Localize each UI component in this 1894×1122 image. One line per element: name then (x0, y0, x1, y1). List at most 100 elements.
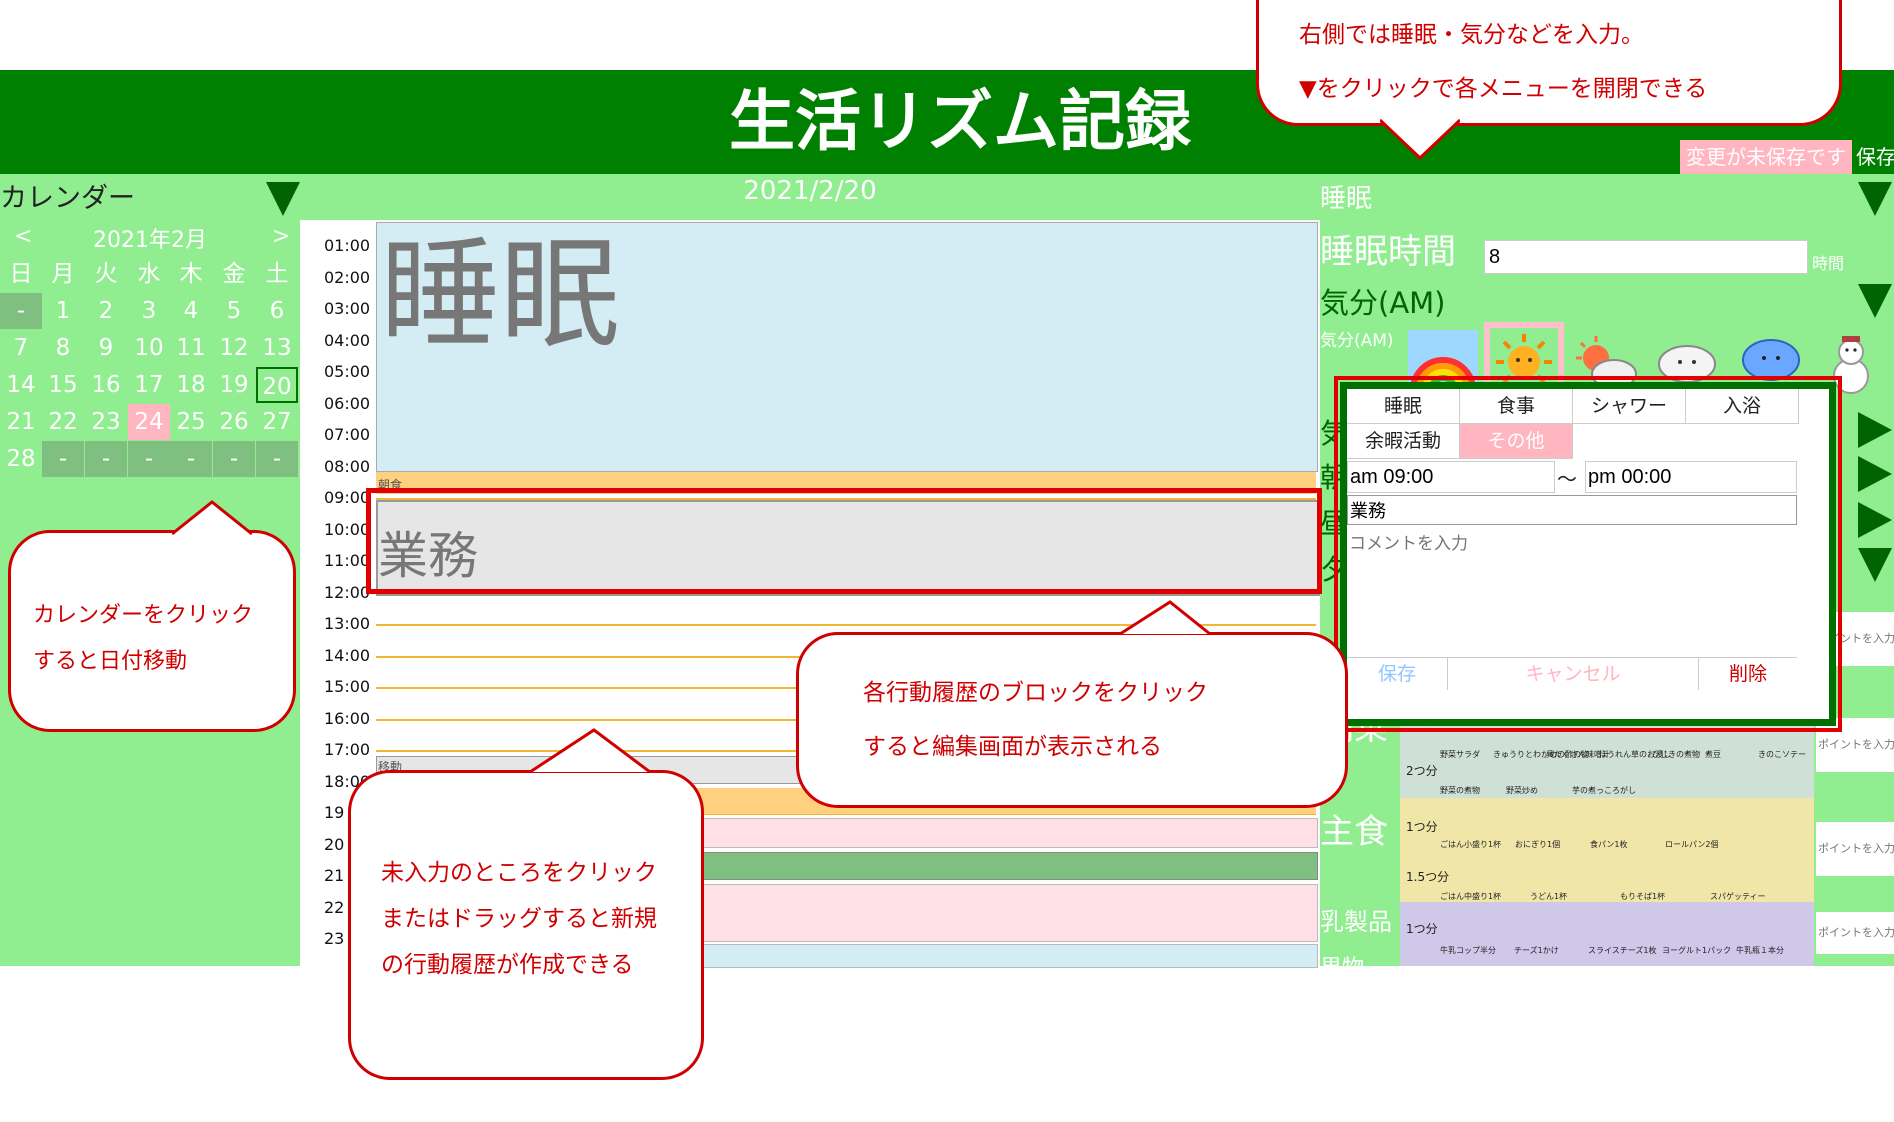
calendar-day[interactable]: 26 (213, 404, 255, 440)
dialog-tab-other[interactable]: その他 (1460, 424, 1573, 459)
food-caption: おにぎり1個 (1515, 840, 1561, 849)
food-caption: ひじきの煮物 (1652, 750, 1700, 759)
calendar-prev-button[interactable]: < (14, 224, 32, 249)
food-caption: 食パン1枚 (1590, 840, 1628, 849)
grain-label: 主食 (1320, 812, 1388, 852)
calendar-day[interactable]: 23 (85, 404, 127, 440)
comment-input[interactable] (1347, 527, 1797, 655)
food-caption: 煮豆 (1705, 750, 1721, 759)
calendar-day[interactable]: 16 (85, 367, 127, 403)
sleep-block-label: 睡眠 (380, 226, 620, 365)
sleep-time-input[interactable] (1484, 240, 1808, 274)
calendar-day[interactable]: 12 (213, 330, 255, 366)
calendar-day[interactable]: 22 (42, 404, 84, 440)
food-caption: 野菜の煮物 (1440, 786, 1480, 795)
save-top-button[interactable]: 保存 (1856, 140, 1894, 174)
lunch-toggle-icon[interactable] (1858, 502, 1892, 538)
hour-label: 15:00 (324, 677, 371, 696)
sleep-time-unit: 時間 (1812, 254, 1845, 273)
food-caption: 芋の煮っころがし (1572, 786, 1636, 795)
calendar-day[interactable]: 20 (256, 367, 298, 403)
grain-point-input[interactable] (1816, 822, 1894, 876)
callout-block: 各行動履歴のブロックをクリック すると編集画面が表示される (796, 632, 1348, 808)
food-caption: スライスチーズ1枚 (1588, 946, 1657, 955)
food-caption: きのこソテー (1758, 750, 1806, 759)
callout-empty-line1: 未入力のところをクリック (381, 860, 657, 886)
breakfast-toggle-icon[interactable] (1858, 456, 1892, 492)
calendar-day[interactable]: 19 (213, 367, 255, 403)
calendar-day[interactable]: 9 (85, 330, 127, 366)
callout-calendar-line2: すると日付移動 (33, 649, 188, 674)
dialog-tab-leisure[interactable]: 余暇活動 (1347, 424, 1460, 459)
hour-label: 16:00 (324, 708, 371, 728)
dialog-tab-bath[interactable]: 入浴 (1686, 389, 1799, 424)
calendar-day[interactable]: 5 (213, 293, 255, 329)
mood-am-small-label: 気分(AM) (1320, 331, 1394, 351)
hour-label: 13:00 (324, 614, 371, 633)
calendar-day[interactable]: 15 (42, 367, 84, 403)
calendar-next-button[interactable]: > (272, 224, 290, 249)
calendar-day[interactable]: 7 (0, 330, 42, 366)
calendar-toggle-icon[interactable] (266, 182, 300, 216)
hour-label: 12:00 (324, 582, 371, 602)
calendar-day[interactable]: 17 (128, 367, 170, 403)
callout-right-line2: ▼をクリックで各メニューを開閉できる (1299, 76, 1708, 102)
calendar-day[interactable]: 4 (170, 293, 212, 329)
work-block-highlight (366, 488, 1322, 594)
calendar-day[interactable]: 28 (0, 441, 42, 477)
veg-serving-2: 2つ分 (1406, 764, 1438, 778)
food-caption: ごはん中盛り1杯 (1440, 892, 1502, 901)
food-caption: ロールパン2個 (1665, 840, 1719, 849)
calendar-day[interactable]: 13 (256, 330, 298, 366)
calendar-day[interactable]: 2 (85, 293, 127, 329)
grain-serving-1: 1つ分 (1406, 820, 1438, 834)
dialog-tab-sleep[interactable]: 睡眠 (1347, 389, 1460, 424)
hour-label: 09:00 (324, 488, 371, 507)
dairy-point-input[interactable] (1816, 912, 1894, 954)
calendar-day[interactable]: 8 (42, 330, 84, 366)
callout-right-line1: 右側では睡眠・気分などを入力。 (1299, 22, 1644, 48)
time-range-tilde: 〜 (1557, 467, 1577, 491)
dinner-toggle-icon[interactable] (1858, 548, 1892, 582)
calendar-empty-day: - (213, 441, 255, 477)
calendar-empty-day: - (170, 441, 212, 477)
activity-name-input[interactable] (1347, 495, 1797, 525)
hour-label: 21 (324, 866, 345, 885)
start-time-input[interactable] (1347, 461, 1555, 493)
calendar-day[interactable]: 24 (128, 404, 170, 440)
callout-empty-line2: またはドラッグすると新規 (381, 906, 657, 932)
end-time-input[interactable] (1585, 461, 1797, 493)
sleep-section-toggle-icon[interactable] (1858, 182, 1892, 216)
calendar-day[interactable]: 18 (170, 367, 212, 403)
calendar-day[interactable]: 10 (128, 330, 170, 366)
hour-label: 02:00 (324, 267, 371, 287)
dialog-delete-button[interactable]: 削除 (1699, 657, 1797, 690)
callout-empty-pointer (530, 728, 650, 774)
food-caption: 野菜サラダ (1440, 750, 1480, 759)
food-caption: もりそば1杯 (1620, 892, 1666, 901)
calendar-day[interactable]: 21 (0, 404, 42, 440)
dialog-tab-meal[interactable]: 食事 (1460, 389, 1573, 424)
mood-pm-toggle-icon[interactable] (1858, 412, 1892, 448)
calendar-empty-day: - (0, 293, 42, 329)
calendar-day[interactable]: 25 (170, 404, 212, 440)
mood-am-toggle-icon[interactable] (1858, 284, 1892, 318)
hour-label: 22 (324, 897, 345, 917)
dialog-save-button[interactable]: 保存 (1347, 657, 1448, 690)
hour-label: 17:00 (324, 740, 371, 759)
dialog-cancel-button[interactable]: キャンセル (1448, 657, 1699, 690)
calendar-day[interactable]: 11 (170, 330, 212, 366)
calendar-day[interactable]: 27 (256, 404, 298, 440)
hour-label: 19 (324, 803, 345, 822)
grain-chart: 1つ分 ごはん小盛り1杯 おにぎり1個 食パン1枚 ロールパン2個 1.5つ分 ごはん… (1400, 798, 1814, 902)
calendar-day[interactable]: 3 (128, 293, 170, 329)
hour-label: 23 (324, 929, 345, 948)
food-caption: チーズ1かけ (1514, 946, 1559, 955)
calendar-day[interactable]: 6 (256, 293, 298, 329)
calendar-day[interactable]: 1 (42, 293, 84, 329)
weekday-header: 木 (179, 261, 203, 287)
vegetable-point-input[interactable] (1816, 718, 1894, 772)
dialog-tab-shower[interactable]: シャワー (1573, 389, 1686, 424)
callout-right-pointer (1380, 118, 1460, 161)
calendar-day[interactable]: 14 (0, 367, 42, 403)
